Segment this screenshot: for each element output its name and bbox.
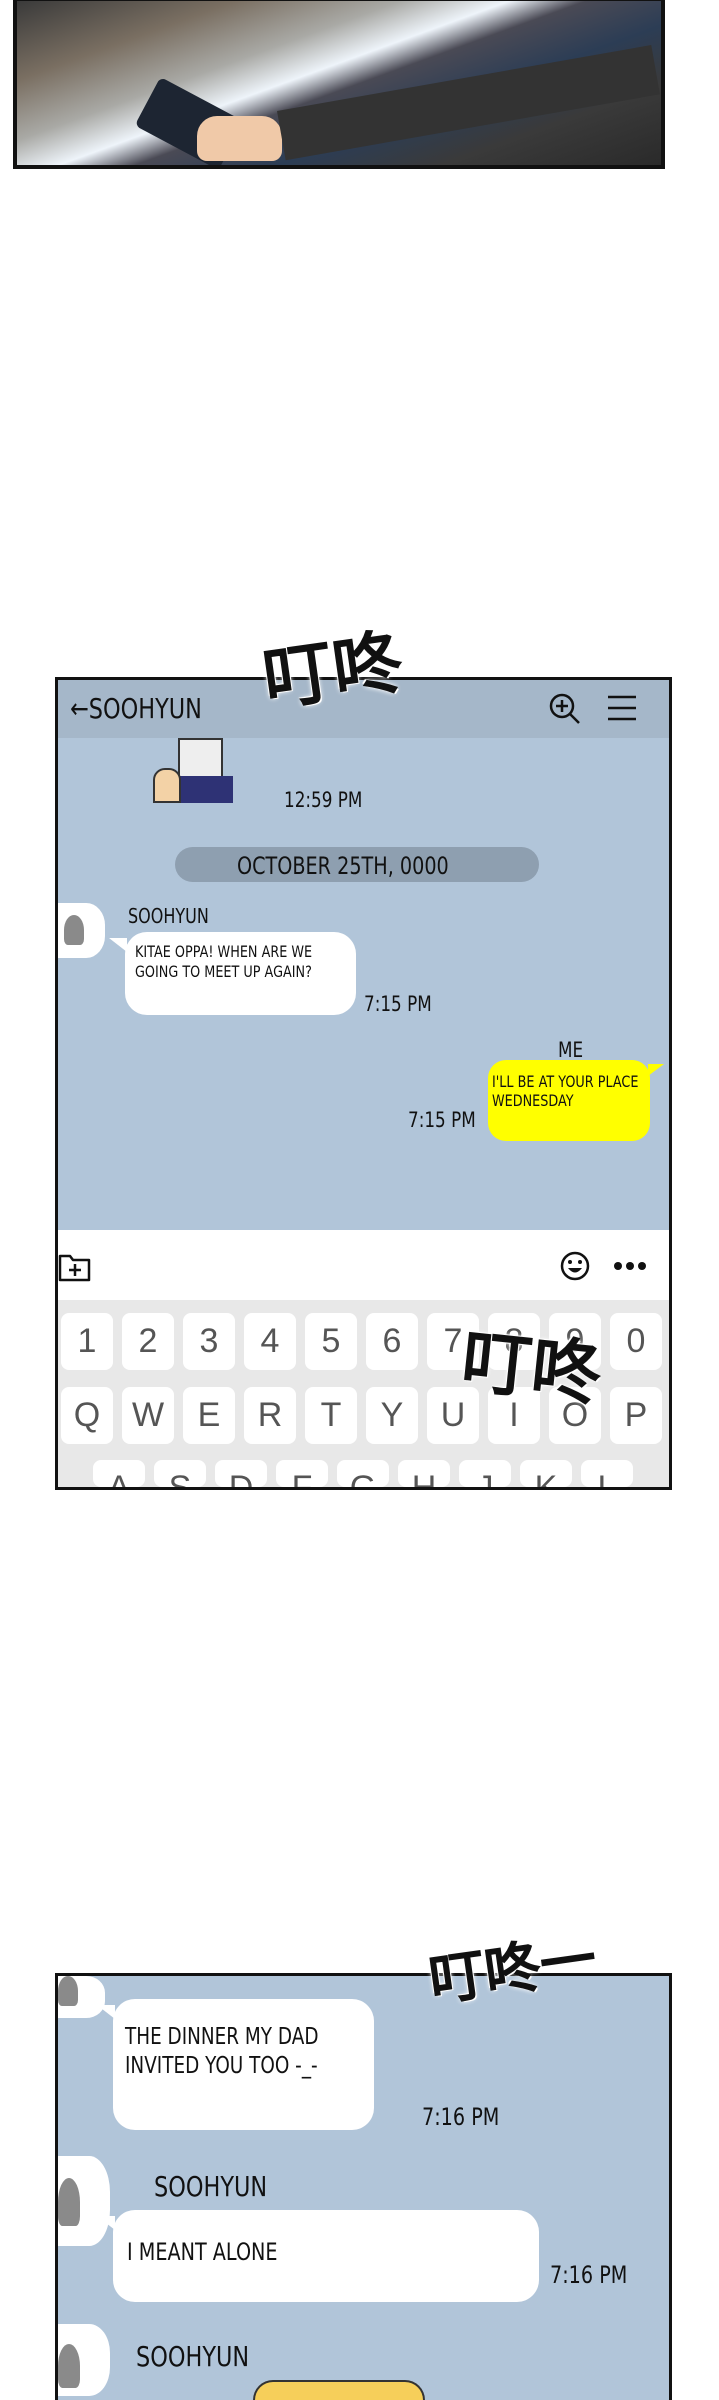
input-bar[interactable]	[58, 1230, 669, 1300]
key-p[interactable]: P	[610, 1387, 662, 1444]
message-time: 12:59 PM	[284, 788, 363, 812]
key-1[interactable]: 1	[61, 1313, 113, 1370]
message-text: THE DINNER MY DAD	[125, 2024, 319, 2050]
message-bubble[interactable]: KITAE OPPA! WHEN ARE WE GOING TO MEET UP …	[109, 932, 356, 1015]
key-w[interactable]: W	[122, 1387, 174, 1444]
key-t[interactable]: T	[305, 1387, 357, 1444]
message-text: I MEANT ALONE	[127, 2238, 278, 2266]
key-g[interactable]: G	[337, 1460, 389, 1487]
hamburger-menu-icon[interactable]	[606, 694, 638, 722]
sound-effect-text: 叮咚	[457, 1319, 607, 1417]
key-0[interactable]: 0	[610, 1313, 662, 1370]
comic-panel-phone-in-hand	[13, 0, 665, 169]
key-5[interactable]: 5	[305, 1313, 357, 1370]
key-f[interactable]: F	[276, 1460, 328, 1487]
key-d[interactable]: D	[215, 1460, 267, 1487]
key-4[interactable]: 4	[244, 1313, 296, 1370]
sound-effect-text: 叮咚	[257, 620, 409, 723]
key-r[interactable]: R	[244, 1387, 296, 1444]
emoji-sticker	[253, 2380, 425, 2400]
key-3[interactable]: 3	[183, 1313, 235, 1370]
key-k[interactable]: K	[520, 1460, 572, 1487]
chat-title: SOOHYUN	[88, 692, 202, 725]
message-bubble[interactable]: I MEANT ALONE	[97, 2210, 539, 2302]
message-text: INVITED YOU TOO -_-	[125, 2053, 318, 2079]
sticker-image	[153, 738, 238, 803]
key-s[interactable]: S	[154, 1460, 206, 1487]
folder-plus-icon[interactable]	[58, 1252, 92, 1282]
message-text: KITAE OPPA! WHEN ARE WE	[135, 942, 313, 961]
message-text: GOING TO MEET UP AGAIN?	[135, 962, 312, 981]
arrow-left-icon: ←	[70, 692, 89, 725]
my-message-bubble[interactable]: I'LL BE AT YOUR PLACE WEDNESDAY	[488, 1060, 664, 1141]
key-h[interactable]: H	[398, 1460, 450, 1487]
ellipsis-icon[interactable]	[613, 1260, 647, 1272]
key-2[interactable]: 2	[122, 1313, 174, 1370]
message-time: 7:15 PM	[408, 1108, 476, 1132]
avatar[interactable]	[58, 2156, 110, 2246]
message-time: 7:15 PM	[364, 992, 432, 1016]
message-bubble[interactable]: THE DINNER MY DAD INVITED YOU TOO -_-	[97, 1999, 374, 2130]
sender-name: SOOHYUN	[154, 2170, 268, 2203]
sender-name: ME	[558, 1038, 584, 1062]
zoom-in-icon[interactable]	[548, 692, 582, 726]
date-divider-text: OCTOBER 25TH, 0000	[237, 852, 449, 880]
message-time: 7:16 PM	[550, 2261, 628, 2289]
sender-name: SOOHYUN	[128, 904, 209, 928]
key-q[interactable]: Q	[61, 1387, 113, 1444]
hand-illustration	[197, 116, 282, 161]
avatar[interactable]	[58, 903, 105, 958]
key-a[interactable]: A	[93, 1460, 145, 1487]
message-text: I'LL BE AT YOUR PLACE	[492, 1072, 639, 1091]
seat-illustration	[277, 45, 660, 161]
sender-name: SOOHYUN	[136, 2340, 250, 2373]
message-time: 7:16 PM	[422, 2103, 500, 2131]
back-button[interactable]: ←SOOHYUN	[70, 692, 202, 725]
key-l[interactable]: L	[581, 1460, 633, 1487]
smiley-icon[interactable]	[560, 1250, 590, 1282]
chat-screen-panel-2: THE DINNER MY DAD INVITED YOU TOO -_- 7:1…	[55, 1973, 672, 2400]
key-6[interactable]: 6	[366, 1313, 418, 1370]
key-e[interactable]: E	[183, 1387, 235, 1444]
avatar[interactable]	[58, 2324, 110, 2396]
date-divider: OCTOBER 25TH, 0000	[175, 847, 539, 882]
key-j[interactable]: J	[459, 1460, 511, 1487]
key-y[interactable]: Y	[366, 1387, 418, 1444]
message-text: WEDNESDAY	[492, 1091, 574, 1110]
